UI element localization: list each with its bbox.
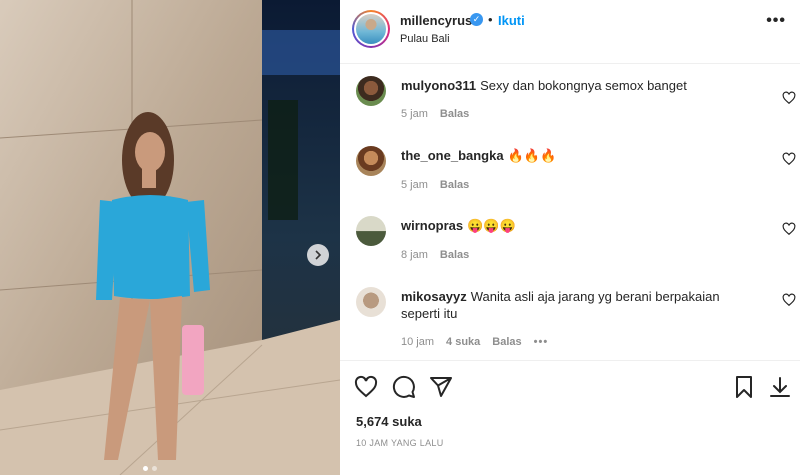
post-timestamp: 10 JAM YANG LALU [356,438,444,448]
post-actions: 5,674 suka 10 JAM YANG LALU [340,360,800,475]
comment-time: 10 jam [401,336,435,348]
comments-list[interactable]: mulyono311 Sexy dan bokongnya semox bange… [340,64,800,360]
comment-text: 😛😛😛 [467,218,516,233]
chevron-right-icon [315,250,322,260]
carousel-dot [152,466,157,471]
commenter-avatar[interactable] [356,287,386,317]
comment-likes-count[interactable]: 4 suka [446,336,480,348]
follow-button[interactable]: Ikuti [498,13,525,28]
comment-like-heart-icon[interactable] [782,91,796,105]
reply-button[interactable]: Balas [440,249,469,261]
comment-time: 8 jam [401,249,428,261]
comment-icon[interactable] [392,375,416,399]
next-image-button[interactable] [307,244,329,266]
carousel-indicator [143,466,157,471]
post-location[interactable]: Pulau Bali [400,33,450,45]
comment-like-heart-icon[interactable] [782,222,796,236]
comment-time: 5 jam [401,108,428,120]
carousel-dot-active [143,466,148,471]
download-icon[interactable] [768,375,792,399]
comment-options-button[interactable]: ••• [534,336,549,348]
verified-badge-icon: ✓ [470,13,483,26]
reply-button[interactable]: Balas [440,108,469,120]
commenter-avatar[interactable] [356,76,386,106]
commenter-username[interactable]: mikosayyz [401,289,467,304]
post-media[interactable] [0,0,340,475]
comment-text: Sexy dan bokongnya semox banget [480,78,687,93]
reply-button[interactable]: Balas [440,179,469,191]
post-likes-count[interactable]: 5,674 suka [356,414,422,429]
author-username[interactable]: millencyrus [400,13,472,28]
commenter-avatar[interactable] [356,216,386,246]
comment-time: 5 jam [401,179,428,191]
bookmark-icon[interactable] [732,375,756,399]
heart-icon[interactable] [354,375,378,399]
post-side-panel: millencyrus ✓ • Ikuti Pulau Bali ••• mul… [340,0,800,475]
commenter-avatar[interactable] [356,146,386,176]
comment-text: 🔥🔥🔥 [507,148,557,163]
commenter-username[interactable]: the_one_bangka [401,148,504,163]
commenter-username[interactable]: wirnopras [401,218,463,233]
share-icon[interactable] [429,375,453,399]
author-avatar[interactable] [352,10,390,48]
post-header: millencyrus ✓ • Ikuti Pulau Bali ••• [340,0,800,64]
post-photo [0,0,340,475]
comment-like-heart-icon[interactable] [782,152,796,166]
header-separator: • [488,12,493,27]
reply-button[interactable]: Balas [492,336,521,348]
commenter-username[interactable]: mulyono311 [401,78,476,93]
more-options-button[interactable]: ••• [766,12,786,30]
comment-like-heart-icon[interactable] [782,293,796,307]
